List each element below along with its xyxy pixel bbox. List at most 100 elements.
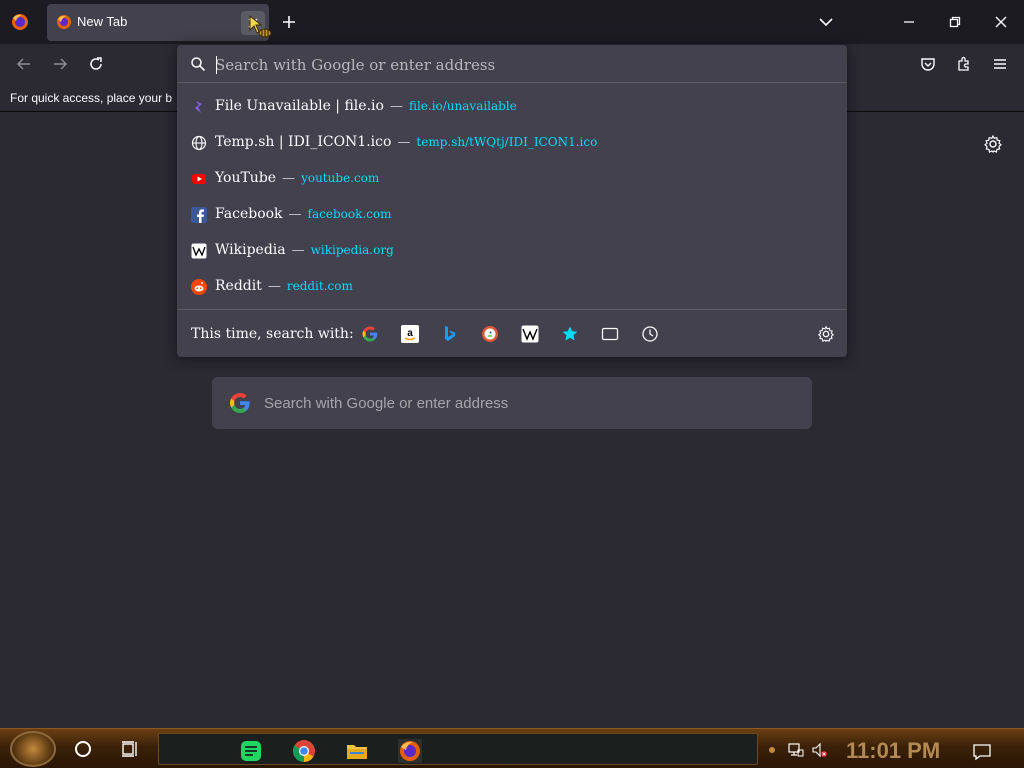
bookmarks-star-icon [562, 326, 578, 341]
windows-taskbar: 11:01 PM [0, 728, 1024, 768]
result-title: Facebook [215, 206, 283, 222]
extensions-button[interactable] [952, 52, 976, 76]
result-separator: — [291, 243, 305, 258]
content-search-input[interactable] [264, 391, 784, 415]
bing-icon [445, 326, 455, 341]
restore-button[interactable] [932, 0, 978, 44]
reload-button[interactable] [84, 52, 108, 76]
search-amazon-button[interactable]: a [400, 324, 420, 344]
result-url: temp.sh/tWQtj/IDI_ICON1.ico [416, 135, 598, 149]
firefox-tab-icon [57, 15, 71, 29]
list-all-tabs-button[interactable] [814, 11, 838, 33]
text-caret [216, 56, 217, 74]
close-icon [995, 16, 1007, 28]
result-separator: — [389, 99, 403, 114]
search-history-button[interactable] [640, 324, 660, 344]
tab-title: New Tab [77, 14, 128, 29]
search-bookmarks-button[interactable] [560, 324, 580, 344]
facebook-icon [191, 207, 207, 223]
content-search-box[interactable] [212, 377, 812, 429]
tab-new-tab[interactable]: New Tab [47, 4, 269, 41]
search-wikipedia-button[interactable] [520, 324, 540, 344]
firefox-logo-icon[interactable] [10, 12, 30, 32]
urlbar-input-row [177, 45, 847, 83]
result-separator: — [288, 207, 302, 222]
result-row[interactable]: Wikipedia — wikipedia.org [177, 233, 847, 269]
result-row[interactable]: Facebook — facebook.com [177, 197, 847, 233]
back-button[interactable] [12, 52, 36, 76]
wikipedia-icon [521, 325, 539, 343]
close-window-button[interactable] [978, 0, 1024, 44]
result-url: reddit.com [286, 279, 353, 293]
result-separator: — [267, 279, 281, 294]
search-google-button[interactable] [360, 324, 380, 344]
svg-text:a: a [407, 328, 413, 339]
new-tab-button[interactable] [277, 10, 301, 34]
search-tabs-button[interactable] [600, 324, 620, 344]
system-tray: 11:01 PM [764, 733, 1022, 765]
tab-strip: New Tab [0, 0, 1024, 44]
result-row[interactable]: File Unavailable | file.io — file.io/unava… [177, 89, 847, 125]
youtube-icon [192, 174, 206, 184]
start-button[interactable] [10, 731, 56, 767]
result-title: File Unavailable | file.io [215, 98, 384, 114]
result-row[interactable]: Temp.sh | IDI_ICON1.ico — temp.sh/tWQtj/ID… [177, 125, 847, 161]
wikipedia-icon [191, 243, 207, 259]
cursor-icon [249, 14, 272, 38]
result-title: Temp.sh | IDI_ICON1.ico [215, 134, 392, 150]
arrow-left-icon [17, 58, 30, 70]
spotify-like-notes-icon[interactable] [239, 739, 263, 763]
result-separator: — [282, 171, 296, 186]
minimize-icon [904, 21, 914, 23]
result-title: Reddit [215, 278, 262, 294]
search-duckduckgo-button[interactable] [480, 324, 500, 344]
search-settings-button[interactable] [816, 324, 836, 344]
hamburger-menu-icon [994, 59, 1006, 69]
urlbar-input[interactable] [215, 53, 815, 77]
restore-icon [949, 16, 961, 28]
file-explorer-icon[interactable] [345, 739, 369, 763]
gear-icon[interactable] [983, 134, 1003, 154]
chrome-icon[interactable] [292, 739, 316, 763]
minimize-button[interactable] [886, 0, 932, 44]
google-icon [362, 326, 378, 342]
result-title: Wikipedia [215, 242, 286, 258]
amazon-icon: a [401, 325, 419, 343]
result-url: file.io/unavailable [408, 99, 517, 113]
bookmarks-hint-text: For quick access, place your b [10, 91, 173, 105]
one-off-search-buttons: This time, search with: a [177, 309, 847, 357]
result-url: facebook.com [307, 207, 392, 221]
app-menu-button[interactable] [988, 52, 1012, 76]
history-icon [642, 326, 658, 342]
file-io-icon [195, 101, 202, 113]
taskbar-clock[interactable]: 11:01 PM [846, 738, 940, 764]
search-icon [191, 57, 206, 72]
result-row[interactable]: YouTube — youtube.com [177, 161, 847, 197]
reload-icon [90, 57, 102, 70]
result-row[interactable]: Reddit — reddit.com [177, 269, 847, 305]
result-title: YouTube [215, 170, 277, 186]
forward-button[interactable] [48, 52, 72, 76]
result-url: wikipedia.org [310, 243, 394, 257]
notifications-icon[interactable] [972, 743, 992, 761]
result-separator: — [397, 135, 411, 150]
cortana-icon[interactable] [74, 740, 92, 758]
task-view-icon[interactable] [120, 739, 140, 759]
show-hidden-icons-icon[interactable] [768, 742, 776, 758]
reddit-icon [191, 279, 207, 295]
globe-icon [191, 135, 207, 151]
duckduckgo-icon [482, 326, 498, 342]
pocket-icon [921, 58, 935, 71]
taskbar-apps [158, 733, 758, 765]
urlbar-popup: File Unavailable | file.io — file.io/unava… [177, 45, 847, 357]
tabs-icon [601, 327, 619, 341]
volume-muted-icon[interactable] [812, 742, 828, 758]
pocket-button[interactable] [916, 52, 940, 76]
gear-icon [817, 325, 835, 342]
search-bing-button[interactable] [440, 324, 460, 344]
plus-icon [283, 16, 295, 28]
puzzle-icon [958, 56, 969, 71]
firefox-icon[interactable] [398, 739, 422, 763]
arrow-right-icon [54, 58, 67, 70]
network-icon[interactable] [788, 742, 804, 758]
